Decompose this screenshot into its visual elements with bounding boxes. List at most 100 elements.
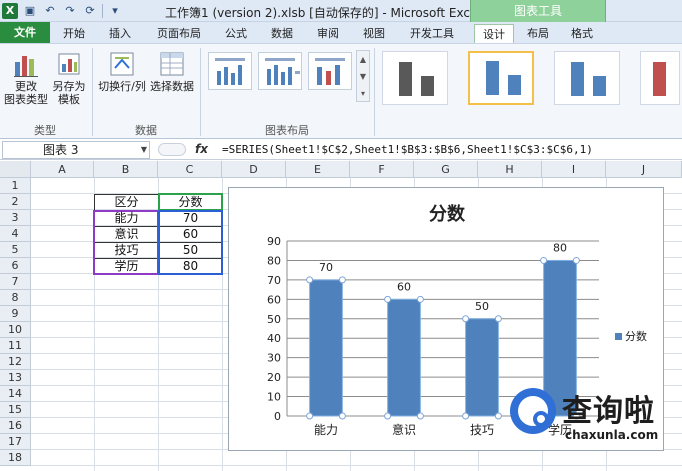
row-header[interactable]: 14: [0, 386, 31, 402]
tab-page-layout[interactable]: 页面布局: [150, 24, 208, 43]
tab-file[interactable]: 文件: [0, 22, 50, 43]
table-cell[interactable]: 能力: [95, 210, 158, 226]
select-all-corner[interactable]: [0, 161, 31, 178]
table-cell[interactable]: 学历: [95, 258, 158, 274]
row-header[interactable]: 18: [0, 450, 31, 466]
chevron-down-icon[interactable]: ▼: [141, 142, 147, 158]
tab-insert[interactable]: 插入: [100, 24, 140, 43]
watermark-logo-dot: [533, 411, 549, 427]
y-tick-label: 50: [267, 313, 281, 326]
tab-design[interactable]: 设计: [474, 24, 514, 43]
column-header-i[interactable]: I: [542, 161, 606, 178]
undo-icon[interactable]: ↶: [42, 3, 58, 19]
chart-layout-2[interactable]: [258, 52, 302, 90]
tab-home[interactable]: 开始: [54, 24, 94, 43]
group-label-type: 类型: [34, 124, 56, 137]
save-as-template-button[interactable]: 另存为 模板: [50, 50, 88, 106]
column-header-b[interactable]: B: [94, 161, 158, 178]
data-label: 60: [397, 280, 411, 293]
legend-label: 分数: [625, 330, 647, 343]
column-header-h[interactable]: H: [478, 161, 542, 178]
x-tick-label: 意识: [392, 422, 416, 437]
column-header-c[interactable]: C: [158, 161, 222, 178]
toolbar-separator: [102, 4, 103, 18]
table-cell[interactable]: 50: [159, 242, 222, 258]
row-header[interactable]: 16: [0, 418, 31, 434]
table-cell[interactable]: 80: [159, 258, 222, 274]
switch-row-column-button[interactable]: 切换行/列: [96, 50, 148, 93]
row-header[interactable]: 17: [0, 434, 31, 450]
y-tick-label: 30: [267, 352, 281, 365]
change-chart-type-button[interactable]: 更改 图表类型: [4, 50, 48, 106]
column-header-g[interactable]: G: [414, 161, 478, 178]
row-header[interactable]: 13: [0, 370, 31, 386]
row-header[interactable]: 8: [0, 290, 31, 306]
column-header-f[interactable]: F: [350, 161, 414, 178]
layout-gallery-scroll[interactable]: ▲ ▼ ▾: [356, 50, 370, 102]
row-header[interactable]: 4: [0, 226, 31, 242]
chart-bar: [387, 298, 421, 417]
table-header[interactable]: 分数: [159, 194, 222, 210]
group-separator: [374, 48, 375, 136]
chart-style-1[interactable]: [382, 51, 448, 105]
row-header[interactable]: 10: [0, 322, 31, 338]
bar-selection-handle: [462, 412, 470, 420]
bar-selection-handle: [416, 295, 424, 303]
repeat-icon[interactable]: ⟳: [82, 3, 98, 19]
bar-selection-handle: [572, 256, 580, 264]
row-header[interactable]: 12: [0, 354, 31, 370]
fx-icon[interactable]: fx: [195, 142, 208, 156]
chart-title: 分数: [429, 203, 466, 225]
legend-swatch: [615, 333, 622, 340]
excel-logo-icon[interactable]: X: [2, 3, 18, 19]
table-cell[interactable]: 60: [159, 226, 222, 242]
title-bar: X ▣ ↶ ↷ ⟳ ▾ 工作簿1 (version 2).xlsb [自动保存的…: [0, 0, 682, 22]
bar-selection-handle: [462, 315, 470, 323]
row-header[interactable]: 7: [0, 274, 31, 290]
template-icon: [55, 50, 83, 78]
tab-developer[interactable]: 开发工具: [402, 24, 462, 43]
row-header[interactable]: 6: [0, 258, 31, 274]
row-header[interactable]: 1: [0, 178, 31, 194]
table-header[interactable]: 区分: [95, 194, 158, 210]
style-swatch: [399, 62, 412, 96]
chart-style-2[interactable]: [468, 51, 534, 105]
row-header[interactable]: 3: [0, 210, 31, 226]
row-header[interactable]: 5: [0, 242, 31, 258]
table-cell[interactable]: 意识: [95, 226, 158, 242]
chart-layout-3[interactable]: [308, 52, 352, 90]
row-header[interactable]: 15: [0, 402, 31, 418]
name-box[interactable]: 图表 3 ▼: [2, 141, 150, 159]
chart-layout-1[interactable]: [208, 52, 252, 90]
select-data-button[interactable]: 选择数据: [148, 50, 196, 93]
tab-formulas[interactable]: 公式: [216, 24, 256, 43]
select-data-label: 选择数据: [150, 80, 194, 93]
tab-format[interactable]: 格式: [562, 24, 602, 43]
row-header[interactable]: 11: [0, 338, 31, 354]
formula-input[interactable]: =SERIES(Sheet1!$C$2,Sheet1!$B$3:$B$6,She…: [222, 143, 593, 156]
table-cell[interactable]: 技巧: [95, 242, 158, 258]
column-header-d[interactable]: D: [222, 161, 286, 178]
tab-review[interactable]: 审阅: [308, 24, 348, 43]
column-header-e[interactable]: E: [286, 161, 350, 178]
tab-layout[interactable]: 布局: [518, 24, 558, 43]
customize-icon[interactable]: ▾: [107, 3, 123, 19]
tab-data[interactable]: 数据: [262, 24, 302, 43]
save-icon[interactable]: ▣: [22, 3, 38, 19]
formula-bar-expander[interactable]: [158, 143, 186, 156]
column-header-j[interactable]: J: [606, 161, 682, 178]
row-header[interactable]: 9: [0, 306, 31, 322]
style-swatch: [571, 62, 584, 96]
column-header-a[interactable]: A: [31, 161, 94, 178]
redo-icon[interactable]: ↷: [62, 3, 78, 19]
switch-row-column-label: 切换行/列: [98, 80, 146, 93]
group-label-chart-layout: 图表布局: [265, 124, 309, 137]
group-separator: [92, 48, 93, 136]
y-tick-label: 10: [267, 391, 281, 404]
chart-style-4[interactable]: [640, 51, 680, 105]
tab-view[interactable]: 视图: [354, 24, 394, 43]
table-cell[interactable]: 70: [159, 210, 222, 226]
bar-selection-handle: [494, 315, 502, 323]
row-header[interactable]: 2: [0, 194, 31, 210]
chart-style-3[interactable]: [554, 51, 620, 105]
